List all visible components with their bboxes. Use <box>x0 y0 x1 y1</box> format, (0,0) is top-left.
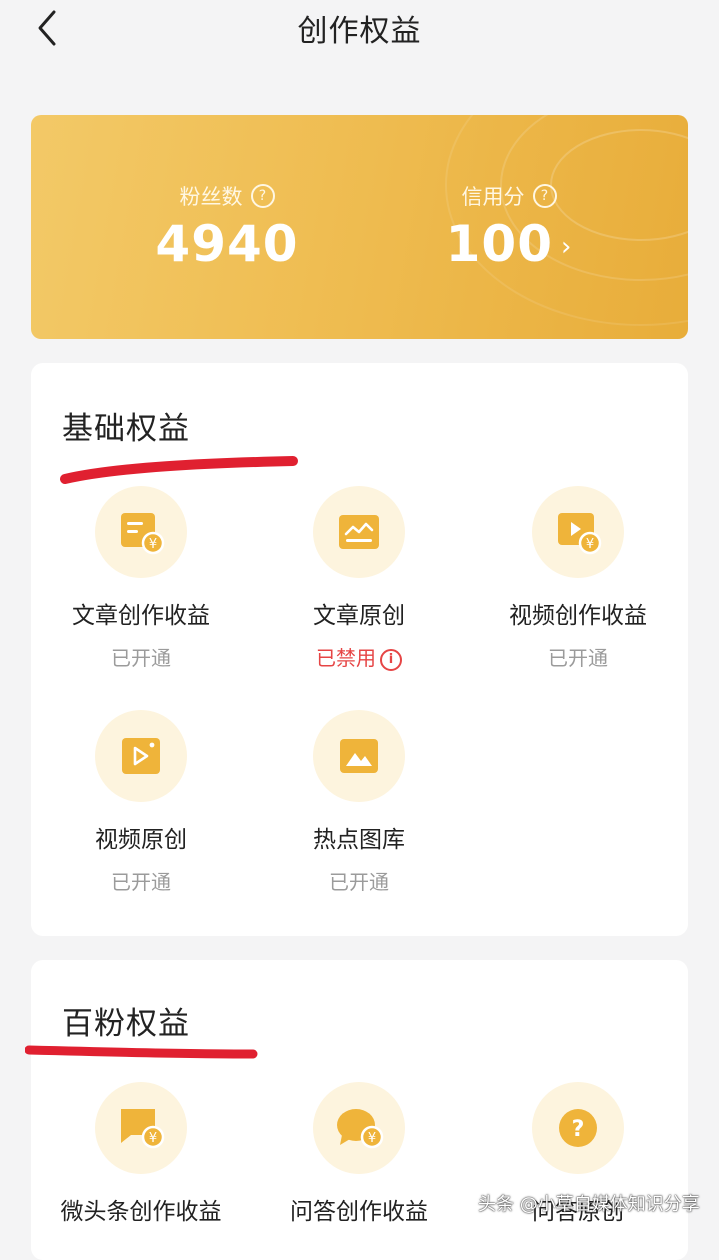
item-label: 视频创作收益 <box>509 603 647 629</box>
info-icon[interactable]: i <box>380 648 402 671</box>
item-status: 已开通 <box>548 646 608 670</box>
red-underline-marker <box>60 456 298 484</box>
item-qa-income[interactable]: ¥ 问答创作收益 <box>249 1082 469 1226</box>
item-status: 已开通 <box>329 870 389 894</box>
item-article-income[interactable]: ¥ 文章创作收益 已开通 <box>31 486 251 671</box>
fans-stat: 粉丝数 ? 4940 <box>127 181 327 273</box>
basic-rights-title: 基础权益 <box>62 411 190 447</box>
help-icon[interactable]: ? <box>250 184 275 208</box>
item-image-library[interactable]: 热点图库 已开通 <box>249 710 469 895</box>
item-status: 已开通 <box>111 646 171 670</box>
watermark: 头条 @小草自媒体知识分享 <box>478 1194 700 1215</box>
red-underline-marker <box>25 1045 258 1059</box>
svg-text:¥: ¥ <box>149 1131 157 1146</box>
item-label: 问答创作收益 <box>290 1199 428 1225</box>
article-income-icon: ¥ <box>95 486 187 578</box>
chevron-right-icon: › <box>560 232 573 262</box>
image-library-icon <box>313 710 405 802</box>
item-label: 热点图库 <box>313 827 405 853</box>
qa-income-icon: ¥ <box>313 1082 405 1174</box>
top-bar: 创作权益 <box>0 0 719 56</box>
basic-rights-card: 基础权益 ¥ 文章创作收益 已开通 文章原创 已禁用 i ¥ 视频创作收益 已开… <box>31 363 688 936</box>
hundred-fans-rights-title: 百粉权益 <box>62 1006 190 1042</box>
svg-text:?: ? <box>572 1117 585 1142</box>
stats-banner: 粉丝数 ? 4940 信用分 ? 100 › <box>31 115 688 339</box>
video-income-icon: ¥ <box>532 486 624 578</box>
item-status: 已开通 <box>111 870 171 894</box>
item-label: 文章原创 <box>313 603 405 629</box>
item-status: 已禁用 <box>316 646 376 670</box>
svg-text:¥: ¥ <box>149 537 157 552</box>
credit-score: 100 <box>445 215 553 273</box>
item-label: 视频原创 <box>95 827 187 853</box>
credit-stat[interactable]: 信用分 ? 100 › <box>409 181 609 273</box>
svg-text:¥: ¥ <box>368 1131 376 1146</box>
qa-original-icon: ? <box>532 1082 624 1174</box>
item-micro-headline-income[interactable]: ¥ 微头条创作收益 <box>31 1082 251 1226</box>
help-icon[interactable]: ? <box>532 184 557 208</box>
credit-label: 信用分 <box>461 185 525 209</box>
svg-text:¥: ¥ <box>586 537 594 552</box>
article-original-icon <box>313 486 405 578</box>
page-title: 创作权益 <box>297 14 422 49</box>
fans-count: 4940 <box>155 215 299 273</box>
item-video-original[interactable]: 视频原创 已开通 <box>31 710 251 895</box>
fans-label: 粉丝数 <box>179 185 243 209</box>
video-original-icon <box>95 710 187 802</box>
item-article-original[interactable]: 文章原创 已禁用 i <box>249 486 469 671</box>
item-video-income[interactable]: ¥ 视频创作收益 已开通 <box>468 486 688 671</box>
item-label: 微头条创作收益 <box>60 1199 222 1225</box>
micro-headline-income-icon: ¥ <box>95 1082 187 1174</box>
item-label: 文章创作收益 <box>72 603 210 629</box>
